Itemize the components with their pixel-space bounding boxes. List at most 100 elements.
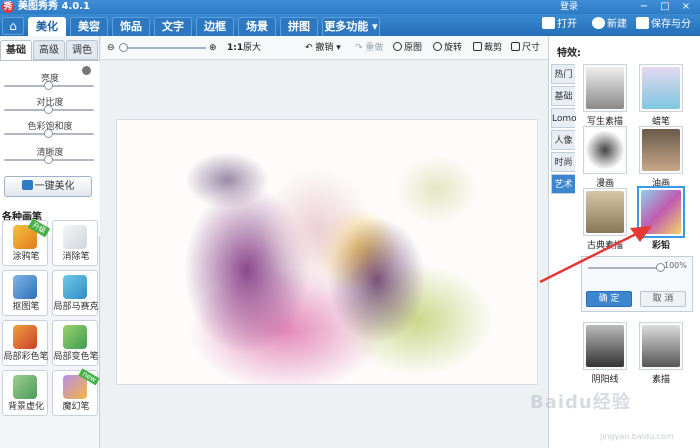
category-portrait[interactable]: 人像 (551, 130, 575, 150)
baidu-watermark: Baidu经验 (530, 392, 631, 413)
plus-icon (592, 17, 605, 29)
maximize-button[interactable]: □ (655, 0, 675, 14)
effect-thumbnail (586, 129, 624, 171)
effect-thumbnail (642, 325, 680, 367)
one-click-beautify-button[interactable]: 一键美化 (4, 176, 92, 197)
tab-scene[interactable]: 场景 (238, 17, 276, 36)
effect-sketch[interactable] (583, 64, 627, 112)
slider-knob[interactable] (44, 129, 53, 138)
close-button[interactable]: × (676, 0, 696, 14)
canvas-area (101, 60, 548, 448)
resize-icon (511, 42, 520, 51)
adjust-tabs: 基础 高级 调色 (0, 40, 100, 60)
brightness-slider[interactable] (4, 81, 94, 90)
effect-thumbnail (642, 129, 680, 171)
undo-icon: ↶ (305, 43, 313, 53)
zoom-out-icon[interactable]: ⊖ (107, 41, 115, 55)
effect-thumbnail (586, 325, 624, 367)
tab-accessories[interactable]: 饰品 (112, 17, 150, 36)
mosaic-icon (63, 275, 87, 299)
effect-thumbnail (641, 190, 681, 234)
undo-button[interactable]: ↶ 撤销 ▾ (305, 41, 341, 55)
rotate-button[interactable]: 旋转 (433, 41, 462, 55)
minimize-button[interactable]: − (634, 0, 654, 14)
blur-icon (13, 375, 37, 399)
eraser-brush-tool[interactable]: 消除笔 (52, 220, 98, 266)
effect-label: 阴阳线 (591, 375, 619, 385)
tab-color[interactable]: 调色 (66, 40, 98, 60)
category-art[interactable]: 艺术 (551, 174, 575, 194)
tab-text[interactable]: 文字 (154, 17, 192, 36)
effects-title: 特效: (557, 48, 581, 59)
cutout-pen-icon (13, 275, 37, 299)
tab-basic[interactable]: 基础 (0, 40, 32, 60)
saturation-slider[interactable] (4, 129, 94, 138)
confirm-button[interactable]: 确 定 (586, 291, 632, 307)
effect-classic-sketch[interactable] (583, 188, 627, 236)
colored-pencil-portrait (117, 120, 537, 384)
category-hot[interactable]: 热门 (551, 64, 575, 84)
effect-comic[interactable] (583, 126, 627, 174)
save-icon (636, 17, 649, 29)
strength-slider[interactable] (588, 263, 665, 272)
app-title: 美图秀秀 4.0.1 (18, 1, 90, 12)
tab-collage[interactable]: 拼图 (280, 17, 318, 36)
slider-knob[interactable] (44, 81, 53, 90)
tab-beautify[interactable]: 美化 (28, 17, 66, 36)
slider-knob[interactable] (44, 105, 53, 114)
doodle-brush-tool[interactable]: 升级 涂鸦笔 (2, 218, 51, 266)
left-panel: 基础 高级 调色 亮度 对比度 色彩饱和度 清晰度 一键美化 各种画笔 升级 涂… (0, 36, 100, 448)
effect-crayon[interactable] (639, 64, 683, 112)
menu-bar: ⌂ 美化 美容 饰品 文字 边框 场景 拼图 更多功能 ▾ 打开 新建 保存与分… (0, 14, 700, 48)
open-button[interactable]: 打开 (542, 16, 577, 34)
new-button[interactable]: 新建 (592, 16, 627, 34)
effect-oil-painting[interactable] (639, 126, 683, 174)
tab-border[interactable]: 边框 (196, 17, 234, 36)
category-basic[interactable]: 基础 (551, 86, 575, 106)
background-blur-tool[interactable]: 背景虚化 (2, 370, 48, 416)
tab-advanced[interactable]: 高级 (33, 40, 65, 60)
save-share-button[interactable]: 保存与分享 (636, 16, 700, 48)
eraser-icon (63, 225, 87, 249)
category-lomo[interactable]: Lomo (551, 108, 577, 128)
rotate-icon (433, 42, 442, 51)
magic-brush-tool[interactable]: new 魔幻笔 (52, 368, 100, 416)
crop-button[interactable]: 裁剪 (473, 41, 502, 55)
color-brush-icon (13, 325, 37, 349)
partial-color-brush-tool[interactable]: 局部彩色笔 (2, 320, 49, 366)
effect-label: 素描 (651, 375, 670, 385)
original-image-button[interactable]: 原图 (393, 41, 422, 55)
original-size-button[interactable]: 原大 (243, 41, 261, 55)
zoom-ratio[interactable]: 1:1 (227, 41, 243, 55)
slider-knob[interactable] (44, 155, 53, 164)
mosaic-brush-tool[interactable]: 局部马赛克 (52, 270, 99, 316)
crop-icon (473, 42, 482, 51)
contrast-slider[interactable] (4, 105, 94, 114)
effect-colored-pencil[interactable] (637, 186, 685, 238)
tab-face[interactable]: 美容 (70, 17, 108, 36)
effect-label-selected: 彩铅 (651, 241, 670, 251)
login-link[interactable]: 登录 (560, 0, 578, 14)
cutout-brush-tool[interactable]: 抠图笔 (2, 270, 48, 316)
recolor-brush-tool[interactable]: 局部变色笔 (52, 320, 99, 366)
resize-button[interactable]: 尺寸 (511, 41, 540, 55)
effect-thumbnail (586, 67, 624, 109)
effect-strength-panel: 100% 确 定 取 消 (581, 256, 693, 312)
paint-bucket-icon (63, 325, 87, 349)
cancel-button[interactable]: 取 消 (640, 291, 686, 307)
watermark-url: jingyan.baidu.com (600, 432, 674, 441)
edited-photo[interactable] (117, 120, 537, 384)
category-fashion[interactable]: 时尚 (551, 152, 575, 172)
redo-icon: ↷ (355, 43, 363, 53)
redo-button[interactable]: ↷ 重做 (355, 41, 383, 55)
sharpness-slider[interactable] (4, 155, 94, 164)
effect-pencil-sketch[interactable] (639, 322, 683, 370)
effect-yin-yang-line[interactable] (583, 322, 627, 370)
title-bar: 秀 美图秀秀 4.0.1 登录 − □ × (0, 0, 700, 14)
zoom-in-icon[interactable]: ⊕ (209, 41, 217, 55)
toolbar: ⊖ ⊕ 1:1 原大 ↶ 撤销 ▾ ↷ 重做 原图 旋转 裁剪 尺寸 (101, 36, 548, 60)
zoom-slider-knob[interactable] (119, 43, 128, 52)
home-icon[interactable]: ⌂ (2, 17, 24, 35)
tab-more-features[interactable]: 更多功能 ▾ (322, 17, 380, 36)
zoom-slider[interactable] (119, 43, 206, 52)
